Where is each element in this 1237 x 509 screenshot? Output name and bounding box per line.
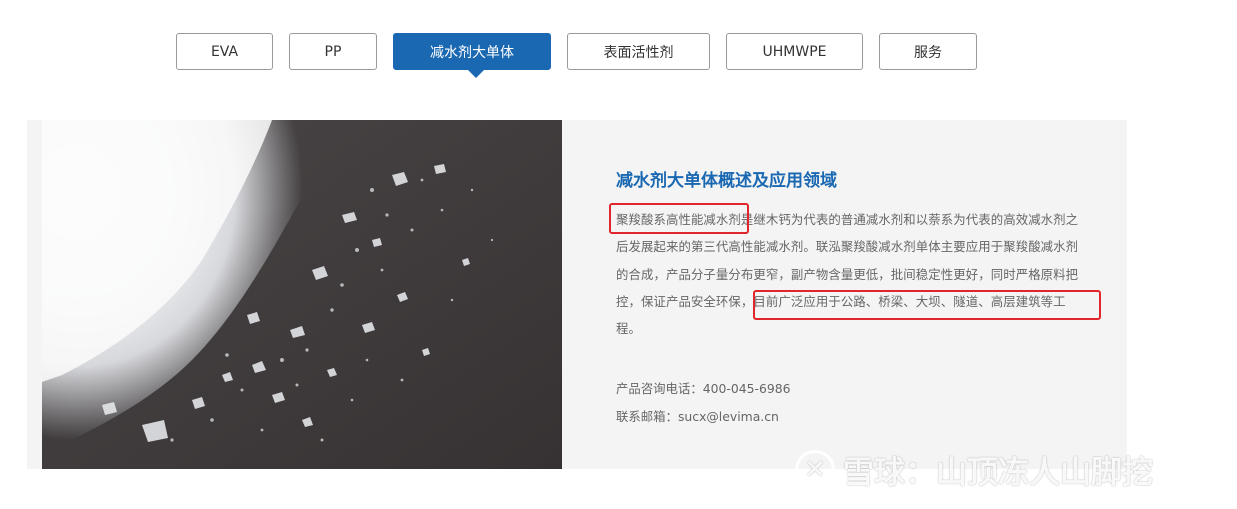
tab-label: 表面活性剂: [603, 44, 674, 61]
section-title: 减水剂大单体概述及应用领域: [616, 171, 837, 191]
watermark-text: 雪球：山顶冻人山脚挖: [843, 455, 1153, 491]
tab-surfactant[interactable]: 表面活性剂: [567, 33, 710, 70]
active-tab-indicator: [468, 70, 484, 78]
tab-service[interactable]: 服务: [879, 33, 977, 70]
tab-label: PP: [324, 43, 342, 60]
phone-text: 产品咨询电话：400-045-6986: [616, 381, 791, 396]
email-text: 联系邮箱：sucx@levima.cn: [616, 409, 779, 424]
page: EVA PP 减水剂大单体 表面活性剂 UHMWPE 服务 减水剂大单体概述及应…: [0, 0, 1237, 509]
tab-label: UHMWPE: [762, 43, 827, 60]
product-photo: [42, 120, 562, 469]
crystal-image: [42, 120, 562, 469]
tab-label: EVA: [210, 43, 239, 60]
description-line: 后发展起来的第三代高性能减水剂。联泓聚羧酸减水剂单体主要应用于聚羧酸减水剂: [616, 239, 1079, 255]
tab-eva[interactable]: EVA: [176, 33, 273, 70]
tab-pp[interactable]: PP: [289, 33, 377, 70]
watermark: ✕ 雪球：山顶冻人山脚挖: [795, 447, 1153, 492]
snowball-logo-icon: ✕: [795, 449, 835, 490]
tab-label: 减水剂大单体: [430, 44, 514, 61]
tab-uhmwpe[interactable]: UHMWPE: [726, 33, 863, 70]
description-line: 的合成，产品分子量分布更窄，副产物含量更低，批间稳定性更好，同时严格原料把: [616, 266, 1079, 282]
tab-label: 服务: [914, 44, 942, 61]
tab-water-reducer-monomer[interactable]: 减水剂大单体: [393, 33, 551, 70]
highlight-box-applications: [753, 290, 1101, 320]
highlight-box-product-name: [609, 203, 749, 234]
